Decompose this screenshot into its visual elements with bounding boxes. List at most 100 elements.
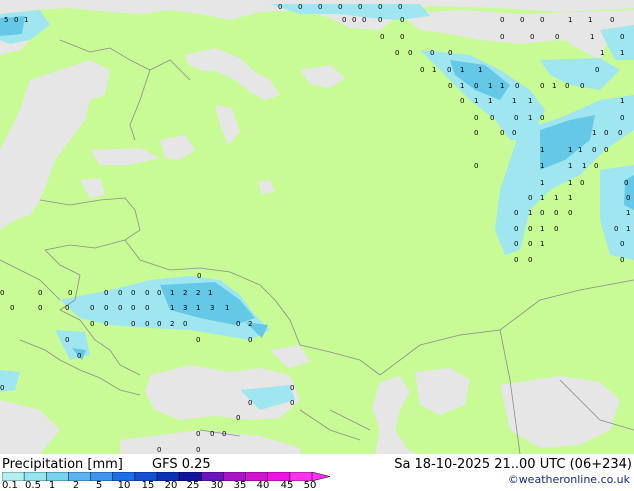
svg-text:0: 0 — [38, 289, 42, 297]
svg-text:1: 1 — [552, 82, 556, 90]
svg-text:0: 0 — [145, 289, 149, 297]
svg-text:0: 0 — [594, 162, 598, 170]
credit-link[interactable]: ©weatheronline.co.uk — [508, 473, 630, 486]
svg-text:0: 0 — [68, 289, 72, 297]
legend-tick: 0.5 — [25, 480, 41, 491]
svg-text:0: 0 — [104, 320, 108, 328]
svg-text:1: 1 — [626, 225, 630, 233]
svg-text:0: 0 — [210, 430, 214, 438]
svg-text:0: 0 — [500, 33, 504, 41]
svg-text:0: 0 — [580, 82, 584, 90]
svg-text:0: 0 — [624, 179, 628, 187]
svg-text:1: 1 — [528, 114, 532, 122]
svg-text:1: 1 — [540, 194, 544, 202]
svg-text:0: 0 — [474, 114, 478, 122]
svg-text:0: 0 — [592, 146, 596, 154]
precipitation-map[interactable]: 501 0000000 00000000110 0000010 000011 0… — [0, 0, 634, 454]
svg-text:0: 0 — [420, 66, 424, 74]
svg-text:0: 0 — [554, 225, 558, 233]
svg-text:1: 1 — [208, 289, 212, 297]
svg-text:0: 0 — [104, 304, 108, 312]
colorbar-swatch — [68, 472, 92, 481]
svg-text:0: 0 — [362, 16, 366, 24]
legend-tick: 40 — [256, 480, 270, 491]
svg-text:0: 0 — [595, 66, 599, 74]
svg-text:1: 1 — [600, 49, 604, 57]
svg-text:1: 1 — [540, 225, 544, 233]
svg-text:0: 0 — [604, 129, 608, 137]
legend-tick: 15 — [141, 480, 155, 491]
legend-tick: 30 — [210, 480, 224, 491]
svg-text:0: 0 — [474, 129, 478, 137]
svg-text:1: 1 — [500, 82, 504, 90]
legend-tick: 2 — [72, 480, 80, 491]
svg-text:0: 0 — [555, 33, 559, 41]
svg-text:0: 0 — [131, 320, 135, 328]
svg-text:0: 0 — [530, 33, 534, 41]
svg-text:0: 0 — [183, 320, 187, 328]
svg-text:1: 1 — [582, 162, 586, 170]
svg-text:0: 0 — [352, 16, 356, 24]
svg-text:0: 0 — [614, 225, 618, 233]
svg-text:1: 1 — [590, 33, 594, 41]
svg-text:1: 1 — [432, 66, 436, 74]
svg-text:1: 1 — [528, 209, 532, 217]
svg-text:1: 1 — [568, 162, 572, 170]
svg-text:1: 1 — [460, 82, 464, 90]
svg-text:0: 0 — [610, 16, 614, 24]
legend-tick: 0.1 — [2, 480, 18, 491]
svg-text:0: 0 — [500, 129, 504, 137]
svg-text:0: 0 — [618, 129, 622, 137]
svg-text:0: 0 — [290, 384, 294, 392]
svg-text:0: 0 — [540, 209, 544, 217]
svg-text:0: 0 — [448, 82, 452, 90]
svg-text:3: 3 — [210, 304, 214, 312]
svg-text:1: 1 — [528, 97, 532, 105]
svg-text:0: 0 — [278, 3, 282, 11]
svg-text:0: 0 — [196, 430, 200, 438]
svg-text:0: 0 — [77, 352, 81, 360]
svg-text:0: 0 — [626, 194, 630, 202]
svg-text:0: 0 — [14, 16, 18, 24]
svg-text:0: 0 — [338, 3, 342, 11]
svg-text:0: 0 — [528, 256, 532, 264]
svg-text:0: 0 — [620, 33, 624, 41]
svg-text:1: 1 — [592, 129, 596, 137]
svg-text:0: 0 — [378, 16, 382, 24]
svg-text:1: 1 — [196, 304, 200, 312]
svg-text:1: 1 — [568, 16, 572, 24]
legend-tick: 50 — [303, 480, 317, 491]
legend-title: Precipitation [mm] — [2, 457, 123, 472]
svg-text:0: 0 — [196, 446, 200, 454]
svg-text:0: 0 — [620, 240, 624, 248]
svg-text:0: 0 — [0, 289, 4, 297]
svg-text:0: 0 — [298, 3, 302, 11]
svg-text:0: 0 — [38, 304, 42, 312]
svg-text:0: 0 — [460, 97, 464, 105]
svg-text:0: 0 — [248, 336, 252, 344]
svg-text:0: 0 — [540, 16, 544, 24]
svg-text:2: 2 — [183, 289, 187, 297]
svg-text:0: 0 — [145, 304, 149, 312]
svg-text:0: 0 — [118, 289, 122, 297]
svg-text:1: 1 — [568, 179, 572, 187]
legend-tick: 1 — [48, 480, 56, 491]
svg-text:0: 0 — [358, 3, 362, 11]
svg-text:0: 0 — [520, 16, 524, 24]
svg-text:1: 1 — [170, 304, 174, 312]
svg-text:0: 0 — [528, 225, 532, 233]
svg-text:1: 1 — [588, 16, 592, 24]
svg-text:0: 0 — [197, 272, 201, 280]
svg-text:0: 0 — [604, 146, 608, 154]
svg-text:0: 0 — [448, 49, 452, 57]
svg-text:2: 2 — [170, 320, 174, 328]
map-canvas: 501 0000000 00000000110 0000010 000011 0… — [0, 0, 634, 454]
svg-text:0: 0 — [528, 240, 532, 248]
svg-text:0: 0 — [90, 304, 94, 312]
svg-text:0: 0 — [620, 256, 624, 264]
svg-text:0: 0 — [196, 336, 200, 344]
svg-text:1: 1 — [540, 162, 544, 170]
svg-text:1: 1 — [478, 66, 482, 74]
svg-text:0: 0 — [620, 114, 624, 122]
svg-text:1: 1 — [540, 179, 544, 187]
